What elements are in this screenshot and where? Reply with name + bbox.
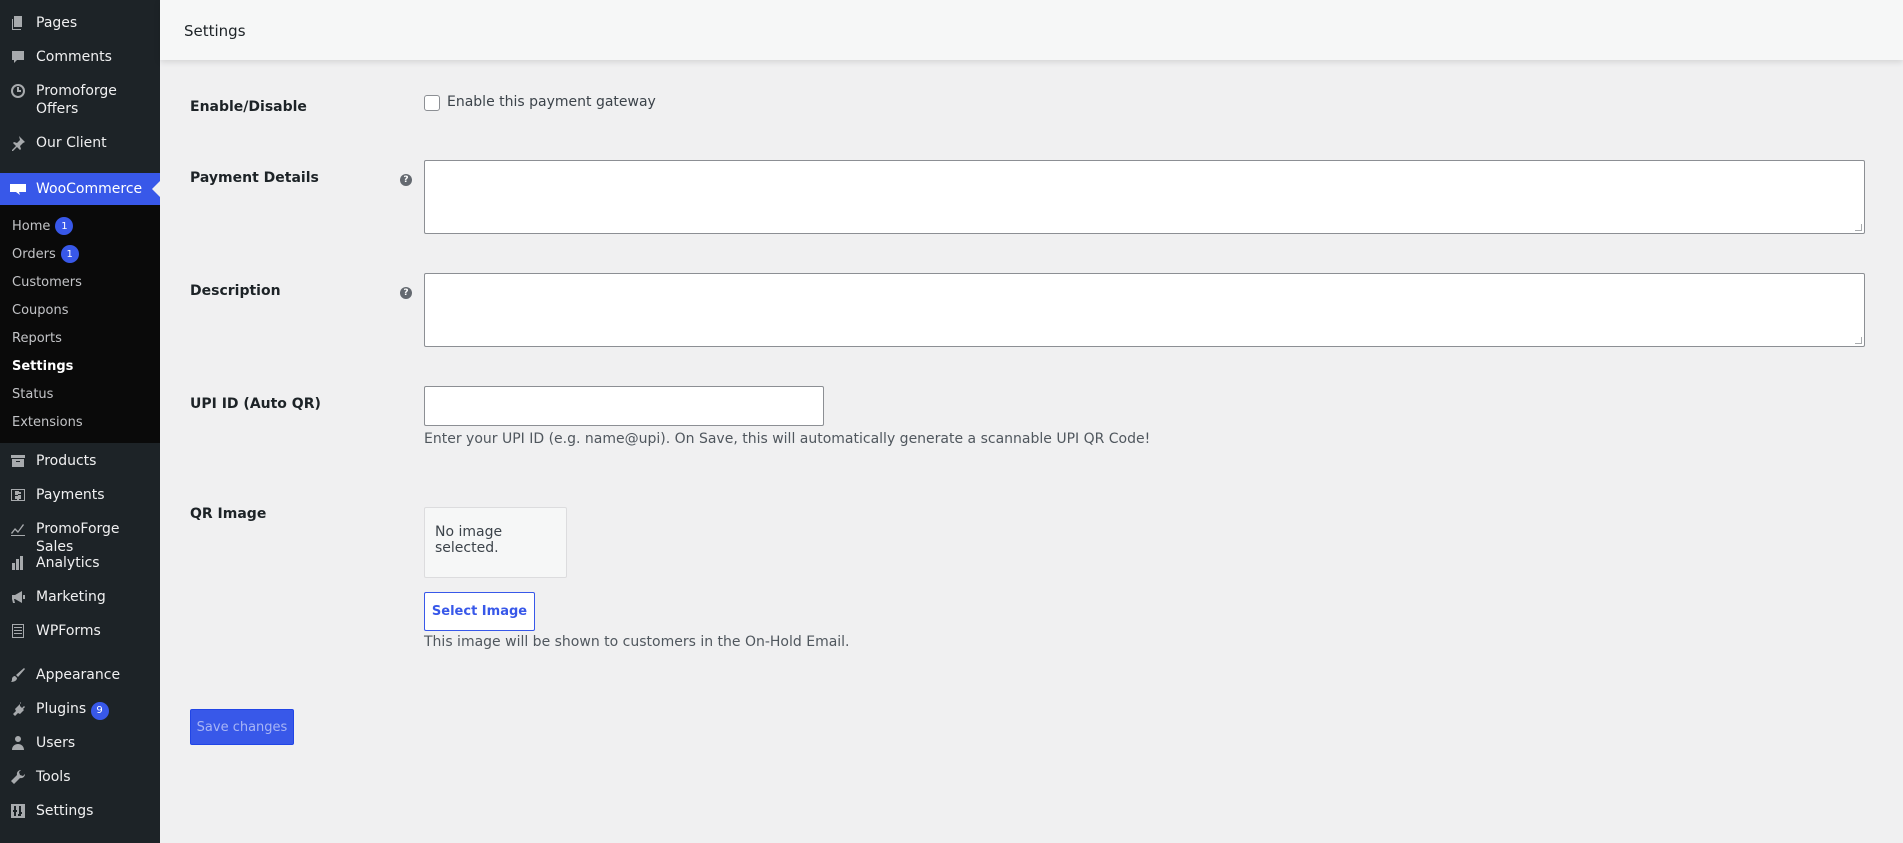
submenu-item-extensions[interactable]: Extensions [12, 415, 83, 430]
wrench-icon [0, 768, 36, 785]
menu-item-plugins[interactable]: Plugins 9 [0, 700, 160, 720]
menu-item-comments[interactable]: Comments [0, 48, 160, 66]
archive-icon [0, 452, 36, 469]
menu-item-label: Comments [36, 49, 112, 65]
submenu-item-orders[interactable]: Orders 1 [12, 245, 79, 263]
menu-item-label: Appearance [36, 667, 121, 683]
menu-item-marketing[interactable]: Marketing [0, 588, 160, 606]
submenu-item-reports[interactable]: Reports [12, 331, 62, 346]
clock-icon [0, 82, 36, 99]
menu-item-users[interactable]: Users [0, 734, 160, 752]
menu-item-label: Marketing [36, 589, 106, 605]
save-changes-button[interactable]: Save changes [190, 709, 294, 745]
submenu-label: Extensions [12, 415, 83, 430]
count-badge: 9 [90, 702, 109, 720]
submenu-item-settings[interactable]: Settings [12, 359, 73, 374]
menu-item-label: Analytics [36, 555, 100, 571]
woocommerce-submenu: Home 1 Orders 1 Customers Coupons Report… [0, 205, 160, 443]
menu-item-promoforge-sales[interactable]: PromoForge Sales [0, 520, 160, 556]
submenu-item-home[interactable]: Home 1 [12, 217, 74, 235]
pages-icon [0, 14, 36, 31]
select-image-button[interactable]: Select Image [424, 592, 535, 631]
count-badge: 1 [60, 245, 79, 263]
comments-icon [0, 48, 36, 65]
menu-item-label: Users [36, 735, 76, 751]
submenu-item-customers[interactable]: Customers [12, 275, 82, 290]
menu-item-wpforms[interactable]: WPForms [0, 622, 160, 640]
menu-item-pages[interactable]: Pages [0, 14, 160, 32]
menu-item-label: Payments [36, 487, 105, 503]
line-chart-icon [0, 520, 36, 537]
qr-image-placeholder: No image selected. [435, 524, 503, 556]
enable-gateway-checkbox[interactable] [424, 95, 440, 111]
count-badge: 1 [55, 217, 74, 235]
qr-image-description: This image will be shown to customers in… [424, 634, 850, 650]
menu-item-woocommerce[interactable]: WooCommerce [0, 173, 160, 205]
admin-sidebar: Pages Comments Promoforge Offers Our Cli… [0, 0, 160, 843]
upi-id-input[interactable] [424, 386, 824, 426]
upi-id-label: UPI ID (Auto QR) [190, 396, 321, 412]
submenu-label: Coupons [12, 303, 69, 318]
description-label: Description [190, 283, 281, 299]
dollar-icon [0, 486, 36, 503]
plug-icon [0, 700, 36, 717]
enable-gateway-checkbox-label[interactable]: Enable this payment gateway [447, 94, 656, 110]
menu-item-settings[interactable]: Settings [0, 802, 160, 820]
menu-item-appearance[interactable]: Appearance [0, 666, 160, 684]
qr-image-label: QR Image [190, 506, 267, 522]
menu-item-products[interactable]: Products [0, 452, 160, 470]
submenu-label: Reports [12, 331, 62, 346]
submenu-item-status[interactable]: Status [12, 387, 53, 402]
submenu-label: Customers [12, 275, 82, 290]
pin-icon [0, 134, 36, 151]
menu-item-label: Our Client [36, 135, 107, 151]
menu-item-label: Plugins 9 [36, 700, 160, 720]
payment-details-textarea[interactable] [424, 160, 1865, 234]
menu-item-our-client[interactable]: Our Client [0, 134, 160, 152]
brush-icon [0, 666, 36, 683]
menu-item-label: PromoForge Sales [36, 521, 120, 555]
menu-item-promoforge-offers[interactable]: Promoforge Offers [0, 82, 160, 118]
menu-item-label: Pages [36, 15, 78, 31]
payment-details-label: Payment Details [190, 170, 319, 186]
menu-item-label: WPForms [36, 623, 101, 639]
description-textarea[interactable] [424, 273, 1865, 347]
user-icon [0, 734, 36, 751]
forms-icon [0, 622, 36, 639]
help-icon[interactable]: ? [400, 174, 412, 186]
megaphone-icon [0, 588, 36, 605]
plugins-label: Plugins [36, 701, 87, 717]
page-header: Settings [160, 0, 1903, 60]
help-icon[interactable]: ? [400, 287, 412, 299]
settings-icon [0, 802, 36, 819]
woocommerce-icon [0, 183, 36, 195]
menu-item-label: Settings [36, 803, 94, 819]
enable-disable-label: Enable/Disable [190, 99, 307, 115]
submenu-label: Settings [12, 359, 74, 374]
menu-item-analytics[interactable]: Analytics [0, 554, 160, 572]
submenu-label: Home [12, 218, 51, 234]
menu-item-label: Products [36, 453, 97, 469]
submenu-item-coupons[interactable]: Coupons [12, 303, 69, 318]
active-arrow [152, 181, 160, 197]
menu-item-tools[interactable]: Tools [0, 768, 160, 786]
menu-item-payments[interactable]: Payments [0, 486, 160, 504]
menu-item-label: WooCommerce [36, 181, 143, 197]
menu-item-label: Tools [36, 769, 71, 785]
page-title: Settings [184, 22, 246, 40]
qr-image-preview: No image selected. [424, 507, 567, 578]
menu-item-label: Promoforge Offers [36, 83, 117, 117]
bar-chart-icon [0, 554, 36, 571]
submenu-label: Status [12, 387, 54, 402]
submenu-label: Orders [12, 246, 56, 262]
upi-id-description: Enter your UPI ID (e.g. name@upi). On Sa… [424, 431, 1151, 447]
